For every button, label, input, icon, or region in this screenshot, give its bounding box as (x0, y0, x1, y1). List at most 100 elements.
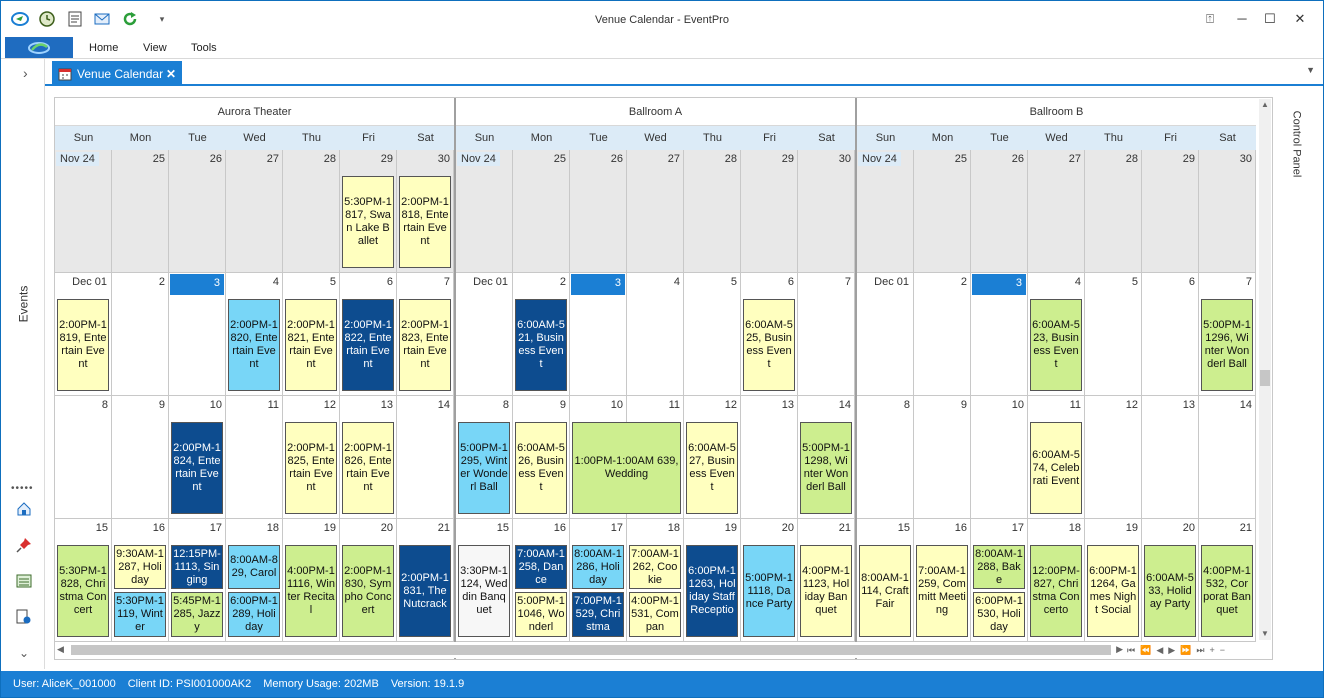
day-cell[interactable]: 25 (112, 150, 169, 273)
appointment[interactable]: 7:00AM-1259, Committ Meeting (916, 545, 968, 637)
ribbon-tab-home[interactable]: Home (89, 42, 118, 54)
day-cell[interactable]: 8 (857, 396, 914, 519)
appointment[interactable]: 2:00PM-1823, Entertain Event (399, 299, 451, 391)
day-cell[interactable]: 11 (226, 396, 283, 519)
appointment[interactable]: 9:30AM-1287, Holiday (114, 545, 166, 589)
maximize-button[interactable]: ☐ (1257, 9, 1283, 29)
day-cell[interactable]: 30 (1199, 150, 1256, 273)
appointment[interactable]: 5:30PM-1817, Swan Lake Ballet (342, 176, 394, 268)
day-cell[interactable]: 14 (1199, 396, 1256, 519)
day-cell[interactable]: 25 (914, 150, 971, 273)
appointment[interactable]: 5:30PM-1828, Christma Concert (57, 545, 109, 637)
day-cell[interactable]: 10 (971, 396, 1028, 519)
events-panel-tab[interactable]: Events (9, 279, 37, 329)
collapse-sidebar-icon[interactable]: ⌄ (14, 643, 34, 663)
close-button[interactable]: ✕ (1287, 9, 1313, 29)
appointment[interactable]: 6:00AM-521, Business Event (515, 299, 567, 391)
appointment[interactable]: 4:00PM-1532, Corporat Banquet (1201, 545, 1253, 637)
application-menu-button[interactable] (5, 37, 73, 58)
appointment[interactable]: 2:00PM-1830, Sympho Concert (342, 545, 394, 637)
customize-dropdown-icon[interactable]: ▾ (153, 10, 171, 28)
appointment[interactable]: 6:00AM-523, Business Event (1030, 299, 1082, 391)
appointment[interactable]: 1:00PM-1:00AM 639, Wedding (572, 422, 681, 514)
scroll-left-icon[interactable]: ◀ (57, 644, 64, 655)
day-cell[interactable]: 12 (1085, 396, 1142, 519)
day-cell[interactable]: 27 (627, 150, 684, 273)
appointment[interactable]: 5:00PM-11118, Dance Party (743, 545, 795, 637)
nav-button-icon[interactable]: ◀ (1156, 645, 1163, 657)
appointment[interactable]: 6:00PM-1289, Holiday (228, 592, 280, 637)
day-cell[interactable]: 30 (798, 150, 855, 273)
appointment[interactable]: 2:00PM-1819, Entertain Event (57, 299, 109, 391)
day-cell[interactable]: Dec 01 (456, 273, 513, 396)
appointment[interactable]: 6:00PM-1530, Holiday (973, 592, 1025, 637)
day-cell[interactable]: 28 (684, 150, 741, 273)
appointment[interactable]: 8:00AM-1286, Holiday (572, 545, 624, 589)
appointment[interactable]: 5:30PM-1119, Winter (114, 592, 166, 637)
appointment[interactable]: 6:00PM-11264, Games Night Social (1087, 545, 1139, 637)
appointment[interactable]: 2:00PM-1831, The Nutcrack (399, 545, 451, 637)
document-icon[interactable] (66, 10, 84, 28)
day-cell[interactable]: 9 (914, 396, 971, 519)
day-cell[interactable]: 26 (169, 150, 226, 273)
day-cell[interactable]: 14 (397, 396, 454, 519)
appointment[interactable]: 6:00AM-533, Holiday Party (1144, 545, 1196, 637)
appointment[interactable]: 2:00PM-1820, Entertain Event (228, 299, 280, 391)
appointment[interactable]: 4:00PM-11116, Winter Recital (285, 545, 337, 637)
refresh-icon[interactable] (121, 10, 139, 28)
tab-list-dropdown-icon[interactable]: ▼ (1306, 65, 1315, 75)
appointment[interactable]: 6:00AM-526, Business Event (515, 422, 567, 514)
day-cell[interactable]: 26 (570, 150, 627, 273)
appointment[interactable]: 2:00PM-1818, Entertain Event (399, 176, 451, 268)
nav-button-icon[interactable]: ⏩ (1180, 645, 1191, 657)
day-cell[interactable]: 4 (627, 273, 684, 396)
ribbon-tab-tools[interactable]: Tools (191, 42, 217, 54)
scroll-right-icon[interactable]: ▶ (1116, 644, 1123, 655)
day-cell[interactable]: 13 (741, 396, 798, 519)
pin-icon[interactable] (14, 535, 34, 555)
horizontal-scroll-thumb[interactable] (71, 645, 1111, 655)
appointment[interactable]: 7:00AM-1262, Cookie (629, 545, 681, 589)
day-cell[interactable]: 13 (1142, 396, 1199, 519)
day-cell[interactable]: 2 (112, 273, 169, 396)
tab-venue-calendar[interactable]: Venue Calendar ✕ (52, 61, 182, 86)
appointment[interactable]: 2:00PM-1826, Entertain Event (342, 422, 394, 514)
minimize-button[interactable]: ─ (1229, 9, 1255, 29)
appointment[interactable]: 5:00PM-11046, Wonderl (515, 592, 567, 637)
day-cell[interactable]: 28 (283, 150, 340, 273)
day-cell[interactable]: 6 (1142, 273, 1199, 396)
day-cell[interactable]: Nov 24 (456, 150, 513, 273)
appointment[interactable]: 12:00PM-827, Christma Concerto (1030, 545, 1082, 637)
day-cell[interactable]: 29 (1142, 150, 1199, 273)
day-cell[interactable]: 27 (226, 150, 283, 273)
nav-button-icon[interactable]: + (1210, 645, 1215, 657)
appointment[interactable]: 12:15PM-1113, Singing (171, 545, 223, 589)
day-cell[interactable]: 28 (1085, 150, 1142, 273)
scroll-down-icon[interactable]: ▼ (1259, 628, 1271, 640)
scroll-up-icon[interactable]: ▲ (1259, 99, 1271, 111)
day-cell[interactable]: 26 (971, 150, 1028, 273)
nav-button-icon[interactable]: ⏭ (1196, 645, 1204, 657)
day-cell[interactable]: 29 (741, 150, 798, 273)
day-cell[interactable]: Nov 24 (55, 150, 112, 273)
restore-ribbon-icon[interactable]: ⍐ (1197, 9, 1223, 29)
day-cell[interactable]: 25 (513, 150, 570, 273)
appointment[interactable]: 2:00PM-1821, Entertain Event (285, 299, 337, 391)
appointment[interactable]: 5:00PM-11296, Winter Wonderl Ball (1201, 299, 1253, 391)
close-tab-icon[interactable]: ✕ (166, 67, 176, 81)
day-cell[interactable]: 3 (169, 273, 226, 396)
mail-icon[interactable] (93, 10, 111, 28)
appointment[interactable]: 4:00PM-1531, Compan (629, 592, 681, 637)
appointment[interactable]: 4:00PM-11123, Holiday Banquet (800, 545, 852, 637)
appointment[interactable]: 3:30PM-1124, Weddin Banquet (458, 545, 510, 637)
home-icon[interactable] (14, 499, 34, 519)
vertical-scroll-thumb[interactable] (1260, 370, 1270, 386)
list-icon[interactable] (14, 571, 34, 591)
horizontal-scrollbar[interactable]: ◀ ▶ (55, 642, 1125, 658)
appointment[interactable]: 7:00AM-1258, Dance (515, 545, 567, 589)
day-cell[interactable]: 7 (798, 273, 855, 396)
nav-button-icon[interactable]: ⏪ (1140, 645, 1151, 657)
day-cell[interactable]: 8 (55, 396, 112, 519)
appointment[interactable]: 7:00PM-1529, Christma (572, 592, 624, 637)
day-cell[interactable]: 3 (971, 273, 1028, 396)
